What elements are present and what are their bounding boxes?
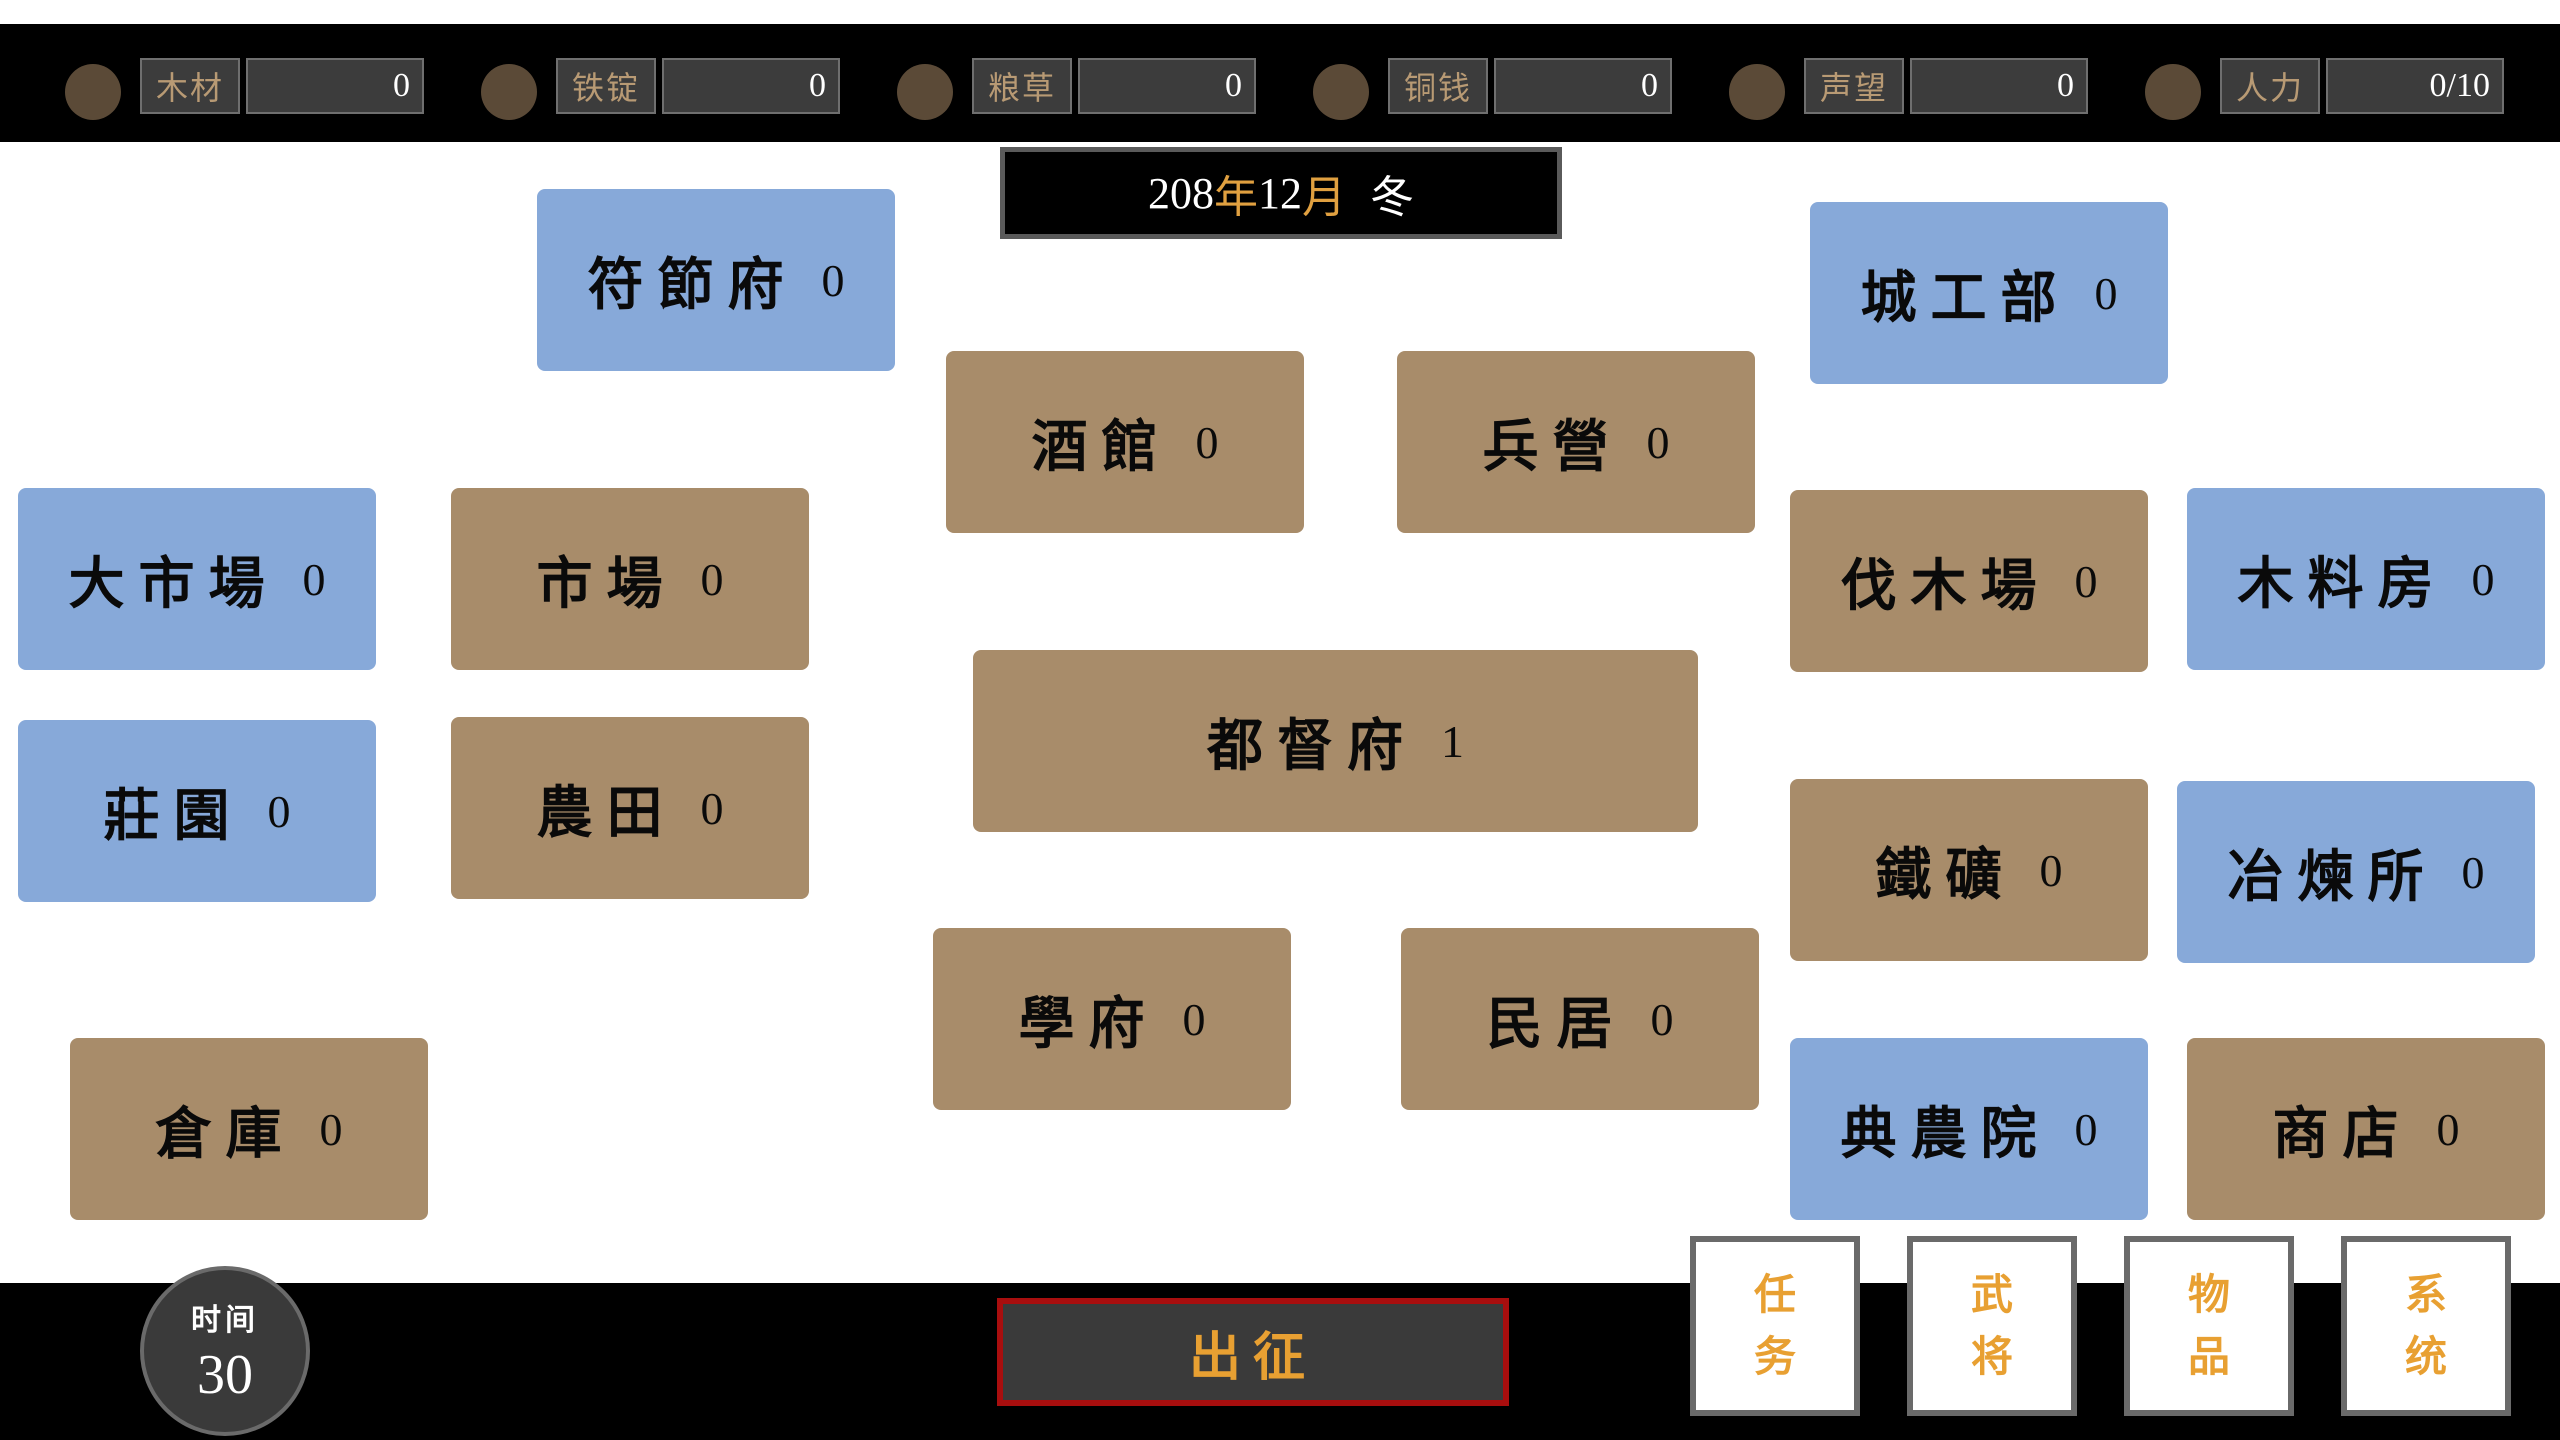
building-zhuangyuan[interactable]: 莊園 0 — [18, 720, 376, 902]
resource-value: 0 — [1078, 58, 1256, 114]
building-count: 0 — [2471, 553, 2495, 605]
building-dudufu[interactable]: 都督府 1 — [973, 650, 1698, 832]
building-chenggongbu[interactable]: 城工部 0 — [1810, 202, 2168, 384]
menu-label-line: 武 — [1970, 1270, 2013, 1319]
building-yelian[interactable]: 冶煉所 0 — [2177, 781, 2535, 963]
prestige-icon — [1729, 64, 1785, 120]
building-count: 0 — [1646, 416, 1670, 468]
menu-label-line: 统 — [2404, 1332, 2447, 1381]
building-xuefu[interactable]: 學府 0 — [933, 928, 1291, 1110]
date-season: 冬 — [1370, 173, 1414, 222]
building-famuchang[interactable]: 伐木場 0 — [1790, 490, 2148, 672]
building-name: 符節府 — [587, 251, 798, 318]
building-name: 城工部 — [1860, 264, 2071, 331]
building-name: 市場 — [536, 550, 677, 617]
building-name: 倉庫 — [155, 1100, 296, 1167]
building-dashichang[interactable]: 大市場 0 — [18, 488, 376, 670]
resource-label: 木材 — [140, 58, 240, 114]
iron-icon — [481, 64, 537, 120]
resource-value: 0 — [1494, 58, 1672, 114]
building-count: 0 — [319, 1103, 343, 1155]
building-count: 0 — [2436, 1103, 2460, 1155]
menu-label-line: 物 — [2187, 1270, 2230, 1319]
wood-icon — [65, 64, 121, 120]
date-month: 12 — [1258, 168, 1302, 218]
building-count: 1 — [1441, 715, 1464, 767]
building-name: 鐵礦 — [1875, 841, 2016, 908]
building-name: 學府 — [1018, 990, 1159, 1057]
building-count: 0 — [267, 785, 291, 837]
date-year: 208 — [1148, 168, 1214, 218]
building-cangku[interactable]: 倉庫 0 — [70, 1038, 428, 1220]
resource-label: 声望 — [1804, 58, 1904, 114]
building-count: 0 — [2094, 267, 2118, 319]
menu-items-button[interactable]: 物 品 — [2124, 1236, 2294, 1416]
building-name: 莊園 — [103, 782, 244, 849]
date-year-unit: 年 — [1214, 173, 1258, 222]
resource-label: 人力 — [2220, 58, 2320, 114]
building-minju[interactable]: 民居 0 — [1401, 928, 1759, 1110]
building-name: 農田 — [536, 779, 677, 846]
timer-label: 时间 — [191, 1303, 259, 1338]
menu-tasks-button[interactable]: 任 务 — [1690, 1236, 1860, 1416]
timer-badge: 时间 30 — [140, 1266, 310, 1436]
building-name: 冶煉所 — [2227, 843, 2438, 910]
building-count: 0 — [1182, 993, 1206, 1045]
building-count: 0 — [302, 553, 326, 605]
building-shichang[interactable]: 市場 0 — [451, 488, 809, 670]
building-name: 兵營 — [1482, 413, 1623, 480]
building-shangdian[interactable]: 商店 0 — [2187, 1038, 2545, 1220]
resource-label: 铁锭 — [556, 58, 656, 114]
menu-label-line: 将 — [1970, 1332, 2013, 1381]
building-fujiefu[interactable]: 符節府 0 — [537, 189, 895, 371]
building-count: 0 — [1195, 416, 1219, 468]
building-count: 0 — [2039, 844, 2063, 896]
building-muliaofang[interactable]: 木料房 0 — [2187, 488, 2545, 670]
building-name: 民居 — [1486, 990, 1627, 1057]
resource-value: 0 — [662, 58, 840, 114]
building-count: 0 — [700, 782, 724, 834]
building-diannong[interactable]: 典農院 0 — [1790, 1038, 2148, 1220]
menu-generals-button[interactable]: 武 将 — [1907, 1236, 2077, 1416]
building-nongtian[interactable]: 農田 0 — [451, 717, 809, 899]
building-name: 都督府 — [1207, 712, 1417, 779]
building-count: 0 — [700, 553, 724, 605]
resource-label: 铜钱 — [1388, 58, 1488, 114]
resource-value: 0/10 — [2326, 58, 2504, 114]
building-bingying[interactable]: 兵營 0 — [1397, 351, 1755, 533]
building-name: 典農院 — [1840, 1100, 2051, 1167]
menu-label-line: 务 — [1753, 1332, 1796, 1381]
building-name: 酒館 — [1031, 413, 1172, 480]
date-month-unit: 月 — [1302, 173, 1346, 222]
grain-icon — [897, 64, 953, 120]
building-count: 0 — [1650, 993, 1674, 1045]
menu-system-button[interactable]: 系 统 — [2341, 1236, 2511, 1416]
building-count: 0 — [2074, 555, 2098, 607]
coin-icon — [1313, 64, 1369, 120]
timer-value: 30 — [197, 1344, 253, 1406]
march-button[interactable]: 出征 — [997, 1298, 1509, 1406]
building-name: 伐木場 — [1840, 552, 2051, 619]
building-name: 商店 — [2272, 1100, 2413, 1167]
building-count: 0 — [2461, 846, 2485, 898]
building-name: 木料房 — [2237, 550, 2448, 617]
building-count: 0 — [821, 254, 845, 306]
menu-label-line: 系 — [2404, 1270, 2447, 1319]
resource-value: 0 — [246, 58, 424, 114]
building-name: 大市場 — [68, 550, 279, 617]
building-tiekuang[interactable]: 鐵礦 0 — [1790, 779, 2148, 961]
building-count: 0 — [2074, 1103, 2098, 1155]
menu-label-line: 任 — [1753, 1270, 1796, 1319]
menu-label-line: 品 — [2187, 1332, 2230, 1381]
resource-label: 粮草 — [972, 58, 1072, 114]
date-display: 208 年 12 月冬 — [1000, 147, 1562, 239]
building-jiuguan[interactable]: 酒館 0 — [946, 351, 1304, 533]
resource-value: 0 — [1910, 58, 2088, 114]
manpower-icon — [2145, 64, 2201, 120]
